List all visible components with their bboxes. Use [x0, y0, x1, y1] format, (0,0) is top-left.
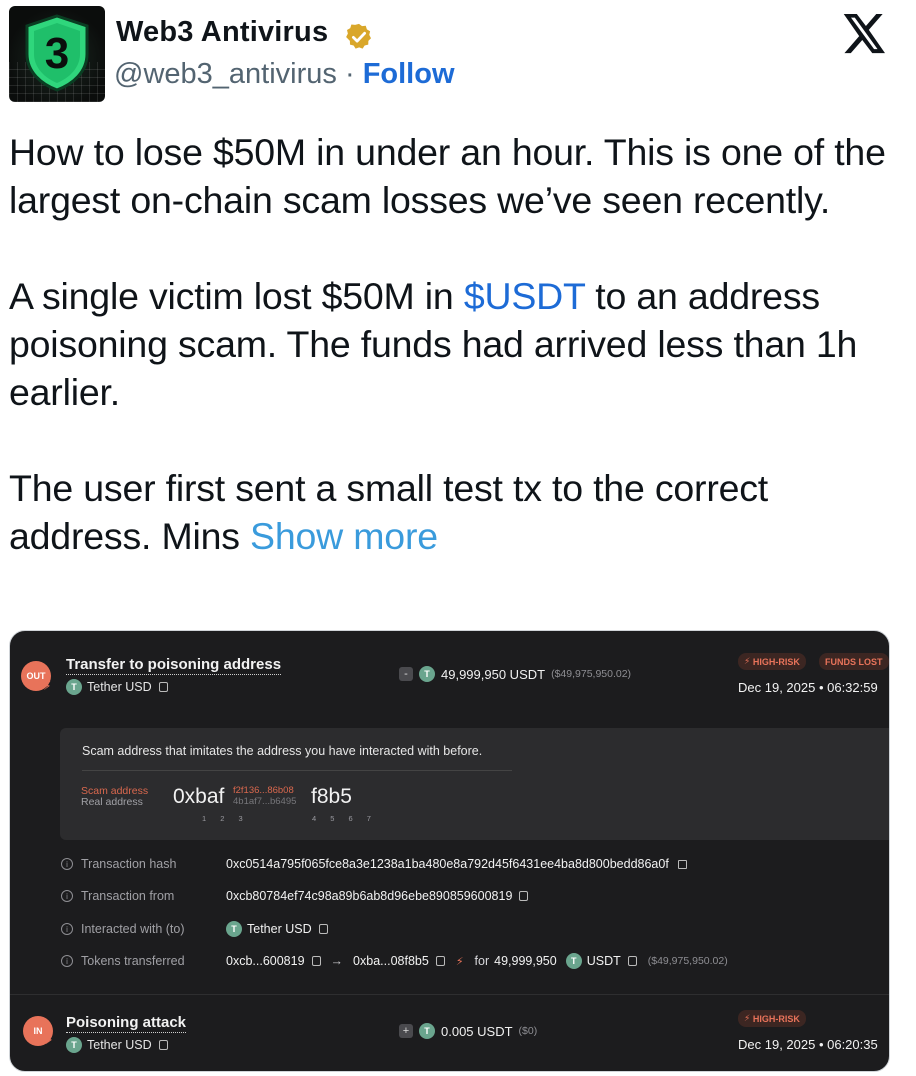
panel-divider: [82, 770, 512, 771]
real-address-middle: 4b1af7...b6495: [233, 796, 297, 807]
tx1-amount: - T 49,999,950 USDT ($49,975,950.02): [399, 666, 631, 682]
shield-logo-icon: 3: [25, 14, 89, 92]
tx1-datetime: Dec 19, 2025 • 06:32:59: [738, 680, 878, 695]
tx1-title-link[interactable]: Transfer to poisoning address: [66, 656, 282, 675]
tweet-text: How to lose $50M in under an hour. This …: [9, 128, 899, 560]
tx2-title-link[interactable]: Poisoning attack: [66, 1014, 187, 1033]
transaction-card-image[interactable]: OUT ⚡ Transfer to poisoning address T Te…: [9, 630, 890, 1072]
tweet-paragraph-2: A single victim lost $50M in $USDT to an…: [9, 272, 899, 416]
external-link-icon[interactable]: [677, 859, 687, 869]
arrow-right-icon: →: [330, 954, 344, 968]
address-prefix: 0xbaf: [173, 785, 225, 808]
lightning-icon: ⚡: [43, 679, 52, 693]
account-name[interactable]: Web3 Antivirus: [116, 16, 328, 49]
scam-address-middle: f2f136...86b08: [233, 785, 294, 796]
tx2-token-name: Tether USD: [87, 1038, 152, 1052]
prefix-char-indices: 1 2 3: [202, 814, 249, 823]
tokens-from-address[interactable]: 0xcb...600819: [226, 954, 305, 968]
copy-icon[interactable]: [311, 956, 321, 966]
plus-sign-icon: +: [399, 1024, 413, 1038]
tokens-for-word: for: [474, 954, 490, 968]
tether-coin-icon: T: [419, 1023, 435, 1039]
minus-sign-icon: -: [399, 667, 413, 681]
tokens-to-address[interactable]: 0xba...08f8b5: [353, 954, 429, 968]
handle-separator: ·: [344, 58, 355, 90]
detail-row-hash: i Transaction hash 0xc0514a795f065fce8a3e…: [61, 855, 687, 873]
show-more-link[interactable]: Show more: [250, 515, 438, 557]
from-label: i Transaction from: [61, 889, 226, 903]
tx2-amount-value: 0.005 USDT: [441, 1023, 513, 1039]
scam-warning-panel: Scam address that imitates the address y…: [60, 728, 889, 840]
high-risk-label: HIGH-RISK: [752, 656, 800, 667]
hash-value[interactable]: 0xc0514a795f065fce8a3e1238a1ba480e8a792d…: [226, 857, 687, 871]
tweet-paragraph-2-start: A single victim lost $50M in: [9, 275, 464, 317]
tx1-amount-value: 49,999,950 USDT: [441, 666, 546, 682]
copy-icon[interactable]: [435, 956, 445, 966]
tether-coin-icon: T: [565, 953, 582, 969]
tx2-amount: + T 0.005 USDT ($0): [399, 1023, 537, 1039]
tokens-value: 0xcb...600819 → 0xba...08f8b5 ⚡ for 49,9…: [226, 953, 728, 969]
tx2-amount-usd: ($0): [518, 1025, 538, 1037]
funds-lost-badge: FUNDS LOST: [819, 653, 889, 670]
tether-coin-icon: T: [66, 679, 82, 695]
to-value[interactable]: T Tether USD: [226, 921, 328, 937]
detail-row-tokens: i Tokens transferred 0xcb...600819 → 0xba…: [61, 952, 728, 970]
tx-divider: [10, 994, 889, 995]
tx2-token: T Tether USD: [66, 1037, 168, 1053]
suffix-char-indices: 4 5 6 7: [312, 814, 377, 823]
tokens-usd: ($49,975,950.02): [647, 955, 728, 967]
tx1-token: T Tether USD: [66, 679, 168, 695]
info-icon: i: [61, 955, 73, 967]
tether-coin-icon: T: [226, 921, 242, 937]
info-icon: i: [61, 923, 73, 935]
tokens-symbol: USDT: [586, 954, 621, 968]
copy-icon[interactable]: [318, 924, 328, 934]
tokens-amount: 49,999,950: [494, 954, 557, 968]
tweet-paragraph-3: The user first sent a small test tx to t…: [9, 464, 899, 560]
address-suffix: f8b5: [311, 785, 352, 808]
detail-row-from: i Transaction from 0xcb80784ef74c98a89b6a…: [61, 887, 529, 905]
hash-label: i Transaction hash: [61, 857, 226, 871]
tokens-label: i Tokens transferred: [61, 954, 226, 968]
tx1-token-name: Tether USD: [87, 680, 152, 694]
tether-coin-icon: T: [419, 666, 435, 682]
to-label: i Interacted with (to): [61, 922, 226, 936]
copy-icon[interactable]: [158, 682, 168, 692]
cashtag-link[interactable]: $USDT: [464, 275, 585, 317]
high-risk-badge: ⚡ HIGH-RISK: [738, 653, 806, 670]
tx1-amount-usd: ($49,975,950.02): [551, 668, 632, 680]
high-risk-label: HIGH-RISK: [752, 1013, 800, 1024]
detail-row-to: i Interacted with (to) T Tether USD: [61, 920, 328, 938]
info-icon: i: [61, 890, 73, 902]
avatar-glyph: 3: [45, 29, 69, 78]
scam-warning-message: Scam address that imitates the address y…: [82, 744, 483, 758]
tether-coin-icon: T: [66, 1037, 82, 1053]
profile-avatar[interactable]: 3: [9, 6, 105, 102]
lightning-icon: ⚡: [455, 955, 464, 968]
from-value[interactable]: 0xcb80784ef74c98a89b6ab8d96ebe8908596008…: [226, 889, 529, 903]
copy-icon[interactable]: [627, 956, 637, 966]
high-risk-badge: ⚡ HIGH-RISK: [738, 1010, 806, 1027]
handle-row: @web3_antivirus · Follow: [114, 58, 455, 91]
verified-badge-icon: [346, 23, 371, 49]
real-address-label: Real address: [81, 796, 143, 808]
copy-icon[interactable]: [519, 891, 529, 901]
lightning-icon: ⚡: [45, 1033, 54, 1047]
tx2-datetime: Dec 19, 2025 • 06:20:35: [738, 1037, 878, 1052]
x-logo-icon[interactable]: [843, 14, 887, 54]
tweet-paragraph-1: How to lose $50M in under an hour. This …: [9, 131, 886, 221]
follow-button[interactable]: Follow: [363, 58, 455, 90]
copy-icon[interactable]: [158, 1040, 168, 1050]
info-icon: i: [61, 858, 73, 870]
account-handle[interactable]: @web3_antivirus: [114, 58, 337, 90]
